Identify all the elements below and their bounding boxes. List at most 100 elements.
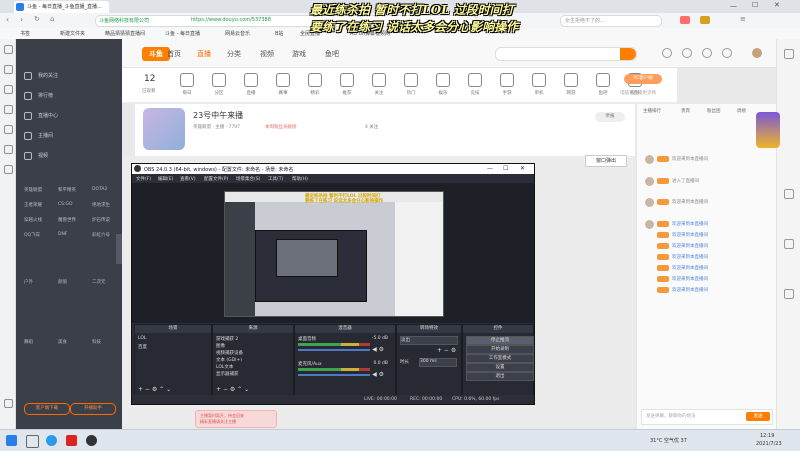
search-icon[interactable] — [26, 435, 39, 448]
source-item[interactable]: LOL文本 — [216, 364, 233, 370]
sidebar-category[interactable]: 彩虹六号 — [92, 232, 110, 238]
category-item[interactable]: 鱼吧 — [588, 71, 618, 101]
menu-scene-collection[interactable]: 场景集合(S) — [236, 176, 260, 182]
sidebar-category[interactable]: 颜值 — [58, 279, 67, 285]
category-item[interactable]: 娱乐 — [428, 71, 458, 101]
transition-controls[interactable]: + − ⚙ — [437, 347, 456, 354]
refresh-icon[interactable]: ↻ — [34, 15, 40, 23]
sidebar-category[interactable]: 魔兽世界 — [58, 217, 76, 223]
maximize-icon[interactable]: ☐ — [752, 1, 758, 9]
history-icon[interactable] — [4, 65, 13, 74]
menu-tools[interactable]: 工具(T) — [268, 176, 283, 182]
sidebar-category[interactable]: 和平精英 — [58, 187, 76, 193]
report-button[interactable]: 举报 — [595, 112, 625, 122]
fan-rank-link[interactable]: 本周粉丝贡献榜 — [265, 124, 297, 130]
sidebar-category[interactable]: DOTA2 — [92, 187, 107, 192]
message-icon[interactable] — [722, 48, 732, 58]
sidebar-category[interactable]: DNF — [58, 232, 67, 237]
avatar[interactable] — [752, 48, 762, 58]
app-icon[interactable] — [66, 435, 77, 446]
history-icon[interactable] — [662, 48, 672, 58]
bell-icon[interactable] — [784, 49, 794, 59]
chat-icon[interactable] — [4, 145, 13, 154]
sidebar-category[interactable]: 美食 — [58, 339, 67, 345]
upload-icon[interactable] — [702, 48, 712, 58]
forward-icon[interactable]: › — [20, 15, 23, 24]
obs-titlebar[interactable]: OBS 24.0.3 (64-bit, windows) - 配置文件: 未命名… — [132, 164, 534, 174]
category-item[interactable]: 直播 — [236, 71, 266, 101]
menu-icon[interactable]: ≡ — [740, 15, 746, 23]
source-item[interactable]: 游戏捕获 2 — [216, 336, 238, 342]
top-icon[interactable] — [784, 289, 794, 299]
category-item[interactable]: 推荐 — [332, 71, 362, 101]
minimize-icon[interactable]: — — [730, 2, 737, 10]
duration-input[interactable]: 300 ms — [419, 358, 457, 367]
stop-streaming-button[interactable]: 停止推流 — [466, 336, 534, 345]
category-item[interactable]: 关注 — [364, 71, 394, 101]
sidebar-category[interactable]: 科技 — [92, 339, 101, 345]
scene-item[interactable]: 百度 — [138, 344, 147, 350]
bookmark-item[interactable]: 新建文件夹 — [60, 30, 85, 37]
bookmark-item[interactable]: 精品猜猜猜直播间 — [105, 30, 145, 37]
nav-home[interactable]: 首页 — [167, 49, 181, 59]
pc-client-button[interactable]: PC客户端 — [624, 74, 662, 84]
sidebar-category[interactable]: 舞蹈 — [24, 339, 33, 345]
download-icon[interactable] — [4, 85, 13, 94]
menu-file[interactable]: 文件(F) — [136, 176, 151, 182]
nav-video[interactable]: 视频 — [260, 49, 274, 59]
source-controls[interactable]: + − ⚙ ⌃ ⌄ — [216, 386, 249, 393]
category-item[interactable]: 单机 — [524, 71, 554, 101]
category-item[interactable]: 竞技 — [460, 71, 490, 101]
settings-button[interactable]: 设置 — [466, 363, 534, 372]
clock-time[interactable]: 12:19 — [760, 433, 774, 439]
client-download-button[interactable]: 客户端下载 — [24, 403, 70, 415]
close-icon[interactable]: ✕ — [520, 165, 525, 172]
menu-profile[interactable]: 配置文件(P) — [204, 176, 228, 182]
category-item[interactable]: 热门 — [396, 71, 426, 101]
windows-start-icon[interactable] — [6, 435, 17, 446]
studio-mode-button[interactable]: 工作室模式 — [466, 354, 534, 363]
tab-fans[interactable]: 粉丝团 — [707, 108, 721, 114]
bookmark-item[interactable]: 斗鱼 - 每日直播 — [165, 30, 200, 37]
extension-icon[interactable] — [700, 16, 710, 24]
source-item[interactable]: 显示器捕获 — [216, 371, 239, 377]
sidebar-category[interactable]: 穿越火线 — [24, 217, 42, 223]
browser-tab[interactable]: 斗鱼 - 每日直播_斗鱼直播_直播... — [14, 1, 109, 13]
mail-icon[interactable] — [4, 125, 13, 134]
sidebar-category[interactable]: 王者荣耀 — [24, 202, 42, 208]
source-item[interactable]: 视频捕获设备 — [216, 350, 243, 356]
exit-button[interactable]: 退出 — [466, 372, 534, 381]
window-popout-button[interactable]: 窗口弹出 — [585, 155, 627, 167]
sidebar-category[interactable]: 英雄联盟 — [24, 187, 42, 193]
scene-controls[interactable]: + − ⚙ ⌃ ⌄ — [138, 386, 171, 393]
sidebar-category[interactable]: 户外 — [24, 279, 33, 285]
sidebar-category[interactable]: 炉石传说 — [92, 217, 110, 223]
scene-item[interactable]: LOL — [138, 336, 146, 341]
sidebar-item-anchor[interactable]: 主播间 — [16, 129, 122, 143]
transition-select[interactable]: 淡出 — [400, 336, 458, 345]
tab-vip[interactable]: 贵宾 — [681, 108, 690, 114]
sidebar-item-rank[interactable]: 排行榜 — [16, 89, 122, 103]
send-button[interactable]: 发送 — [746, 412, 770, 421]
start-recording-button[interactable]: 开始录制 — [466, 345, 534, 354]
bookmark-item[interactable]: 书签 — [20, 30, 30, 37]
tab-anchor-rank[interactable]: 主播排行 — [643, 108, 661, 114]
sidebar-item-video[interactable]: 视频 — [16, 149, 122, 163]
obs-icon[interactable] — [86, 435, 97, 446]
source-item[interactable]: 图像 — [216, 343, 225, 349]
promo-badge[interactable] — [756, 112, 780, 148]
chat-input[interactable]: 发送弹幕，聊聊你的想法 发送 — [641, 409, 773, 425]
share-icon[interactable] — [784, 239, 794, 249]
speaker-icon[interactable]: ◀ ⚙ — [372, 346, 384, 353]
bookmark-item[interactable]: 网易云音乐 — [225, 30, 250, 37]
obs-preview[interactable]: 最近练杀拍 暂时不打LOL 过段时间打 要练了在练习 说话太多会分心影响操作 — [132, 183, 534, 323]
home-icon[interactable]: ⌂ — [50, 15, 54, 23]
nav-game[interactable]: 游戏 — [292, 49, 306, 59]
category-item[interactable]: 精彩 — [300, 71, 330, 101]
browser-icon[interactable] — [46, 435, 57, 446]
sidebar-item-live-center[interactable]: 直播中心 — [16, 109, 122, 123]
nav-category[interactable]: 分类 — [227, 49, 241, 59]
menu-view[interactable]: 查看(V) — [180, 176, 196, 182]
bookmark-item[interactable]: B站 — [275, 30, 283, 37]
close-icon[interactable]: ✕ — [774, 1, 780, 9]
